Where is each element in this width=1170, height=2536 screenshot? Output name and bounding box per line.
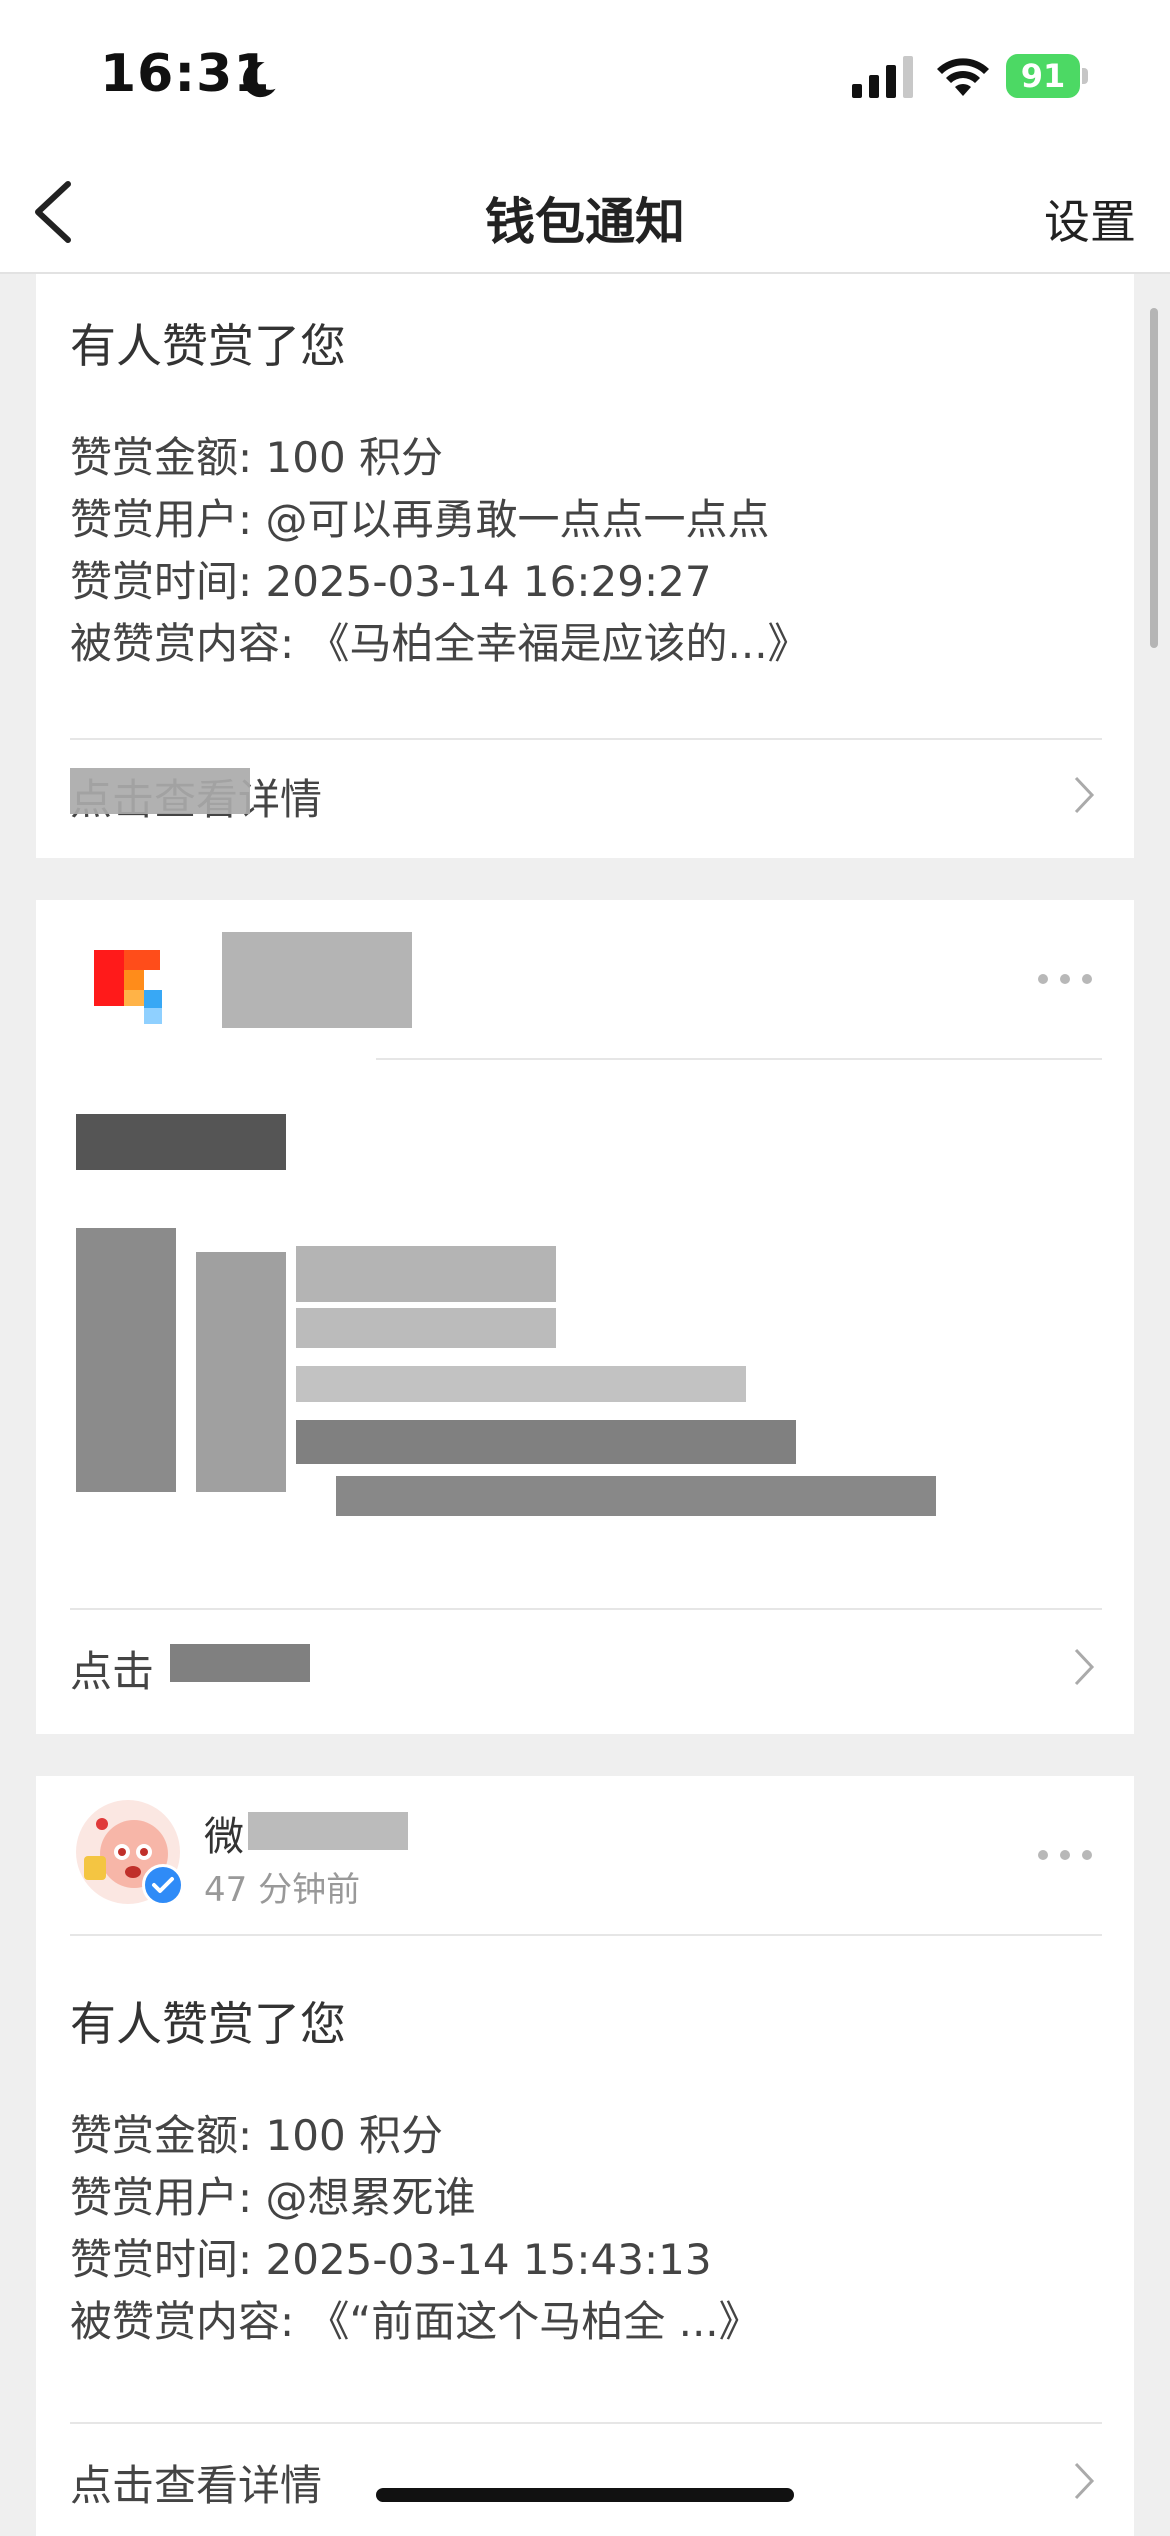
mosaic-block [170,1644,310,1682]
settings-button[interactable]: 设置 [1044,186,1136,252]
card-divider [70,2422,1102,2424]
scrollbar[interactable] [1150,308,1158,648]
sender-logo [94,950,170,1026]
notification-title: 有人赞赏了您 [70,1997,346,2051]
card-divider [70,1608,1102,1610]
mosaic-block [296,1366,746,1402]
verified-badge-icon [142,1864,184,1906]
mosaic-block [76,1114,286,1170]
battery-icon: 91 [1006,54,1090,100]
view-details-link[interactable]: 点击 [70,1638,154,1699]
mosaic-block [70,768,250,814]
rewarded-content: 被赞赏内容: 《“前面这个马柏全 ...》 [70,2297,761,2346]
mosaic-block [222,932,412,1028]
wifi-icon [937,58,989,96]
rewarded-content: 被赞赏内容: 《马柏全幸福是应该的...》 [70,619,810,668]
nav-bar: 钱包通知 设置 [0,150,1170,274]
mosaic-block [196,1252,286,1492]
reward-time: 赞赏时间: 2025-03-14 15:43:13 [70,2235,712,2284]
battery-cap [1082,68,1088,84]
reward-time: 赞赏时间: 2025-03-14 16:29:27 [70,557,712,606]
signal-icon [852,56,913,98]
mosaic-block [296,1246,556,1302]
notification-title: 有人赞赏了您 [70,319,346,373]
status-bar: 16:31 91 [0,0,1170,150]
reward-amount: 赞赏金额: 100 积分 [70,433,444,482]
card-divider [70,738,1102,740]
card-divider [70,1934,1102,1936]
sender-name: 微 [204,1814,244,1860]
chevron-right-icon[interactable] [1072,1646,1096,1688]
battery-level: 91 [1006,54,1080,98]
reward-user: 赞赏用户: @可以再勇敢一点点一点点 [70,495,770,544]
home-indicator[interactable] [376,2488,794,2502]
view-details-link[interactable]: 点击查看详情 [70,2452,322,2513]
mosaic-block [76,1228,176,1492]
page-title: 钱包通知 [485,193,685,251]
mosaic-block [336,1476,936,1516]
more-options-icon[interactable] [1038,1850,1094,1862]
chevron-right-icon[interactable] [1072,2460,1096,2502]
more-options-icon[interactable] [1038,974,1094,986]
notification-card: 有人赞赏了您 赞赏金额: 100 积分 赞赏用户: @可以再勇敢一点点一点点 赞… [36,274,1134,858]
notification-card: 微 47 分钟前 有人赞赏了您 赞赏金额: 100 积分 赞赏用户: @想累死谁… [36,1776,1134,2536]
mosaic-block [248,1812,408,1850]
reward-amount: 赞赏金额: 100 积分 [70,2111,444,2160]
reward-user: 赞赏用户: @想累死谁 [70,2173,476,2222]
mosaic-block [296,1420,796,1464]
timestamp: 47 分钟前 [204,1870,361,1910]
card-divider [376,1058,1102,1060]
moon-icon [243,61,276,98]
chevron-right-icon[interactable] [1072,774,1096,816]
mosaic-block [296,1308,556,1348]
notification-card: 点击 [36,900,1134,1734]
